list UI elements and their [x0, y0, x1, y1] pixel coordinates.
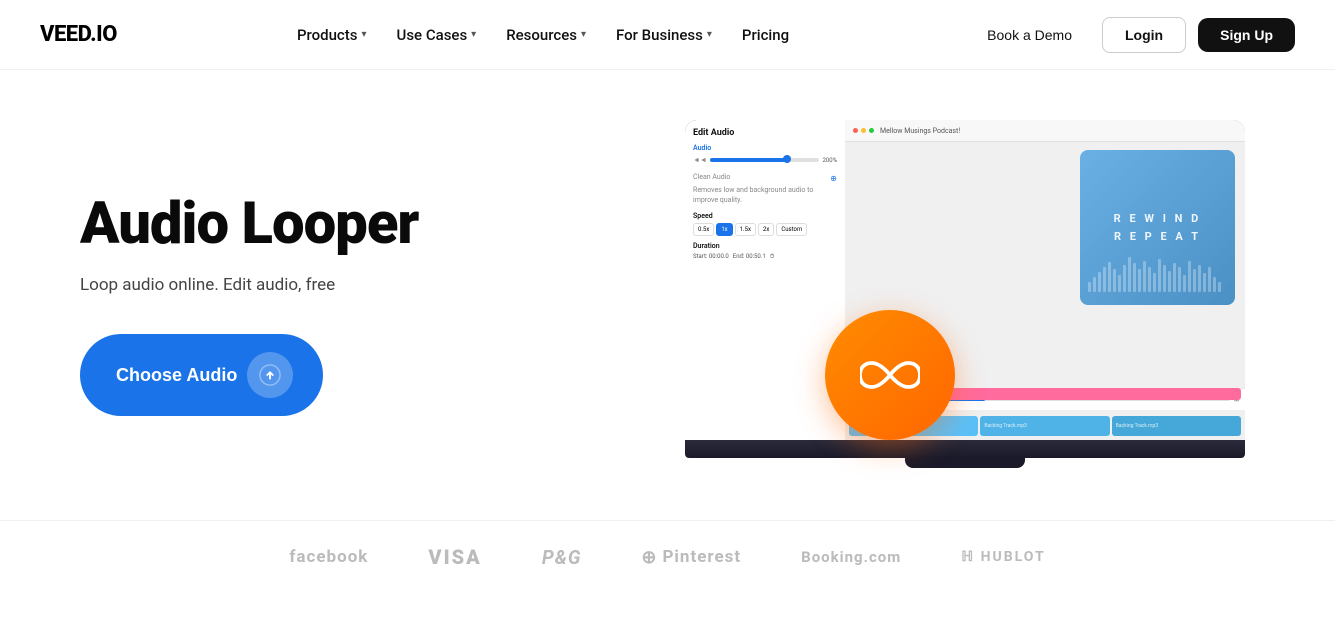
logo-booking: Booking.com: [801, 548, 901, 566]
speed-1x[interactable]: 1x: [716, 223, 732, 236]
hero-left: Audio Looper Loop audio online. Edit aud…: [80, 194, 418, 416]
book-demo-button[interactable]: Book a Demo: [969, 18, 1090, 52]
logo-facebook: facebook: [289, 547, 368, 567]
logo-pg: P&G: [542, 546, 582, 569]
nav-pricing[interactable]: Pricing: [730, 18, 801, 52]
speed-buttons: 0.5x 1x 1.5x 2x Custom: [693, 223, 837, 236]
audio-desc: Removes low and background audio to impr…: [693, 186, 837, 206]
logo-hublot: ℍ HUBLOT: [961, 549, 1045, 565]
hero-subtitle: Loop audio online. Edit audio, free: [80, 273, 418, 299]
hero-section: Audio Looper Loop audio online. Edit aud…: [0, 70, 1335, 520]
track-item-3: Backing Track.mp3: [1112, 416, 1241, 436]
chevron-icon: ▾: [471, 29, 476, 40]
top-bar: Mellow Musings Podcast!: [845, 120, 1245, 142]
loop-circle: [825, 310, 955, 440]
editor-title: Edit Audio: [693, 128, 837, 138]
signup-button[interactable]: Sign Up: [1198, 18, 1295, 52]
nav-actions: Book a Demo Login Sign Up: [969, 17, 1295, 53]
hero-title: Audio Looper: [80, 194, 418, 255]
hero-illustration: Edit Audio Audio ◄◄ 200% Clean Audio: [635, 110, 1255, 500]
laptop-mockup: Edit Audio Audio ◄◄ 200% Clean Audio: [685, 120, 1245, 480]
logos-strip: facebook VISA P&G ⊕ Pinterest Booking.co…: [0, 520, 1335, 589]
login-button[interactable]: Login: [1102, 17, 1186, 53]
track-item-2: Backing Track.mp3: [980, 416, 1109, 436]
logo[interactable]: VEED.IO: [40, 22, 117, 47]
clean-audio-row: Clean Audio ⊕: [693, 170, 837, 186]
podcast-title-bar: Mellow Musings Podcast!: [880, 127, 960, 135]
speed-15x[interactable]: 1.5x: [735, 223, 756, 236]
nav-for-business[interactable]: For Business ▾: [604, 18, 724, 52]
infinity-icon: [860, 357, 920, 393]
duration-label: Duration: [693, 242, 837, 250]
speed-custom[interactable]: Custom: [776, 223, 807, 236]
waveform-cover: [1088, 247, 1228, 297]
navbar: VEED.IO Products ▾ Use Cases ▾ Resources…: [0, 0, 1335, 70]
speed-2x[interactable]: 2x: [758, 223, 774, 236]
podcast-cover: R E W I N D R E P E A T: [1080, 150, 1235, 305]
duration-inputs: Start: 00:00.0 End: 00:50.1 ⏱: [693, 253, 837, 261]
nav-links: Products ▾ Use Cases ▾ Resources ▾ For B…: [285, 18, 801, 52]
laptop-screen: Edit Audio Audio ◄◄ 200% Clean Audio: [685, 120, 1245, 440]
audio-label: Audio: [693, 144, 837, 152]
speed-label: Speed: [693, 212, 837, 220]
podcast-cover-text: R E W I N D R E P E A T: [1114, 210, 1202, 245]
logo-visa: VISA: [428, 545, 481, 569]
dot-yellow: [861, 128, 866, 133]
pinterest-icon: ⊕: [641, 547, 657, 568]
editor-panel: Edit Audio Audio ◄◄ 200% Clean Audio: [685, 120, 845, 440]
dot-red: [853, 128, 858, 133]
logo-pinterest: ⊕ Pinterest: [641, 547, 741, 568]
chevron-icon: ▾: [361, 29, 366, 40]
upload-icon: [247, 352, 293, 398]
nav-use-cases[interactable]: Use Cases ▾: [385, 18, 489, 52]
choose-audio-button[interactable]: Choose Audio: [80, 334, 323, 416]
dot-green: [869, 128, 874, 133]
laptop-stand: [905, 458, 1025, 468]
nav-products[interactable]: Products ▾: [285, 18, 379, 52]
laptop-base: [685, 440, 1245, 458]
nav-resources[interactable]: Resources ▾: [494, 18, 598, 52]
chevron-icon: ▾: [581, 29, 586, 40]
chevron-icon: ▾: [707, 29, 712, 40]
speed-05x[interactable]: 0.5x: [693, 223, 714, 236]
